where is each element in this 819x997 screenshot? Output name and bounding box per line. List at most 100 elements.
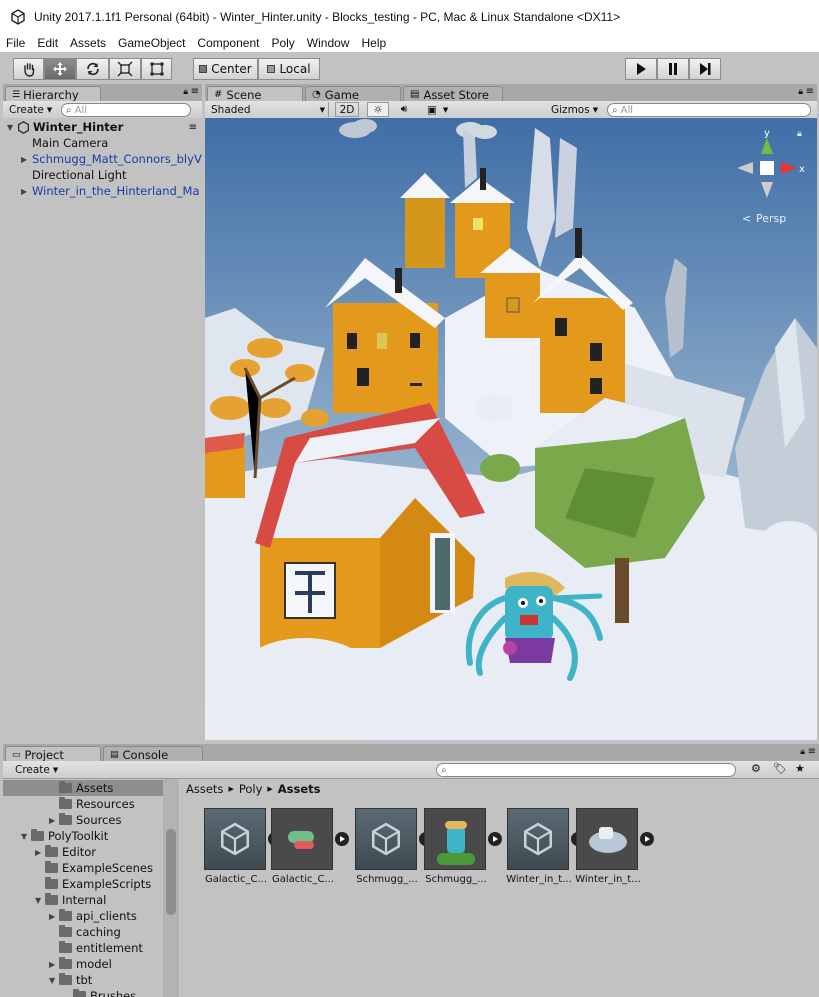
asset-tile[interactable]: Galactic_C... [204,808,282,885]
expanded-arrow-icon[interactable]: ▼ [35,896,45,905]
menu-file[interactable]: File [6,36,25,50]
tab-game[interactable]: ◔ Game [305,86,401,102]
tree-item-label: Editor [62,845,97,859]
hierarchy-item-winter-hinterland[interactable]: ▶ Winter_in_the_Hinterland_Ma [3,183,202,199]
tree-item[interactable]: ▶ Editor [3,844,163,860]
scene-name: Winter_Hinter [33,120,124,134]
tree-item[interactable]: ExampleScenes [3,860,163,876]
rotate-tool-button[interactable] [76,58,109,80]
effects-dropdown[interactable]: ▣ ▼ [423,102,455,117]
scale-tool-button[interactable] [109,58,141,80]
tree-item[interactable]: entitlement [3,940,163,956]
tree-item[interactable]: ExampleScripts [3,876,163,892]
breadcrumb-current[interactable]: Assets [278,782,321,796]
tab-scene[interactable]: # Scene [207,86,303,102]
tab-project[interactable]: ▭ Project [5,746,101,762]
asset-tile[interactable]: Winter_in_t... [506,808,585,885]
create-label: Create [9,103,44,116]
expanded-arrow-icon[interactable]: ▼ [21,832,31,841]
tree-item[interactable]: ▼ PolyToolkit [3,828,163,844]
pivot-space-toggle[interactable]: Local [258,58,320,80]
pause-button[interactable] [657,58,689,80]
shading-mode-dropdown[interactable]: Shaded ▼ [207,102,329,117]
gizmo-x-label: x [799,164,805,175]
filter-type-icon[interactable]: ⚙ [751,762,761,775]
panel-menu-icon[interactable]: ≡ [806,86,814,97]
step-button[interactable] [689,58,721,80]
play-button[interactable] [625,58,657,80]
lighting-toggle[interactable]: ☼ [367,102,389,117]
breadcrumb-item[interactable]: Poly [239,782,263,796]
audio-toggle[interactable]: 🔊︎ [393,102,415,117]
tree-item[interactable]: Assets [3,780,163,796]
tree-item[interactable]: ▶ Sources [3,812,163,828]
tree-item[interactable]: ▼ tbt [3,972,163,988]
hierarchy-create-dropdown[interactable]: Create ▼ [5,102,56,117]
expand-prefab-icon[interactable] [488,832,502,846]
tree-item[interactable]: ▶ model [3,956,163,972]
hierarchy-item-directional-light[interactable]: Directional Light [3,167,202,183]
filter-label-icon[interactable]: 🏷︎ [773,762,787,775]
lock-icon[interactable]: 🔒︎ [800,747,805,757]
2d-toggle[interactable]: 2D [335,102,359,117]
hierarchy-item-main-camera[interactable]: Main Camera [3,135,202,151]
menu-component[interactable]: Component [197,36,259,50]
hierarchy-search-input[interactable]: ⌕ All [61,103,191,117]
tree-item[interactable]: ▼ Internal [3,892,163,908]
tree-item[interactable]: caching [3,924,163,940]
menu-assets[interactable]: Assets [70,36,106,50]
menu-help[interactable]: Help [361,36,386,50]
move-tool-button[interactable] [44,58,76,80]
menu-poly[interactable]: Poly [271,36,294,50]
rect-tool-button[interactable] [141,58,172,80]
scene-toolbar: Shaded ▼ 2D ☼ 🔊︎ ▣ ▼ Gizmos ▼ ⌕ All [205,101,817,119]
tree-item[interactable]: Resources [3,796,163,812]
asset-tile[interactable]: Schmugg_... [424,808,502,885]
menu-window[interactable]: Window [307,36,350,50]
breadcrumb-item[interactable]: Assets [186,782,223,796]
scene-search-input[interactable]: ⌕ All [607,103,811,117]
gizmos-dropdown[interactable]: Gizmos ▼ [547,102,602,117]
collapsed-arrow-icon[interactable]: ▶ [49,816,59,825]
project-create-dropdown[interactable]: Create ▼ [11,762,62,777]
hierarchy-item-schmugg[interactable]: ▶ Schmugg_Matt_Connors_blyV [3,151,202,167]
collapsed-arrow-icon[interactable]: ▶ [49,960,59,969]
2d-label: 2D [339,103,355,116]
scene-viewport[interactable]: y x < Persp 🔒︎ [205,118,817,740]
lock-icon[interactable]: 🔒︎ [183,87,188,97]
expand-arrow-icon[interactable]: ▼ [7,123,17,132]
tab-hierarchy[interactable]: ☰ Hierarchy [5,86,101,102]
collapsed-arrow-icon[interactable]: ▶ [21,187,32,196]
lock-icon[interactable]: 🔒︎ [798,87,803,97]
folder-icon [45,845,58,857]
tree-scrollbar[interactable] [163,779,179,997]
menu-gameobject[interactable]: GameObject [118,36,185,50]
project-search-input[interactable]: ⌕ [436,763,736,777]
hand-tool-button[interactable] [13,58,44,80]
local-cube-icon [267,65,276,73]
collapsed-arrow-icon[interactable]: ▶ [49,912,59,921]
expanded-arrow-icon[interactable]: ▼ [49,976,59,985]
hierarchy-scene-row[interactable]: ▼ Winter_Hinter ≡ [3,119,202,135]
asset-tile[interactable]: Galactic_C... [271,808,349,885]
panel-menu-icon[interactable]: ≡ [191,86,199,97]
collapsed-arrow-icon[interactable]: ▶ [21,155,32,164]
expand-prefab-icon[interactable] [335,832,349,846]
tab-asset-store[interactable]: ▤ Asset Store [403,86,503,102]
tab-console[interactable]: ▤ Console [103,746,203,762]
tree-item[interactable]: ▶ api_clients [3,908,163,924]
asset-tile[interactable]: Schmugg_... [355,808,433,885]
projection-label: Persp [756,212,786,225]
panel-menu-icon[interactable]: ≡ [808,746,816,757]
folder-icon [59,925,72,937]
tree-scroll-thumb[interactable] [166,829,176,915]
pivot-center-toggle[interactable]: Center [193,58,258,80]
chevron-right-icon: ▶ [267,785,273,793]
collapsed-arrow-icon[interactable]: ▶ [35,848,45,857]
menu-edit[interactable]: Edit [37,36,58,50]
asset-tile[interactable]: Winter_in_t... [575,808,654,885]
favorite-star-icon[interactable]: ★ [795,762,805,775]
scene-menu-icon[interactable]: ≡ [189,122,197,133]
expand-prefab-icon[interactable] [640,832,654,846]
tree-item[interactable]: Brushes [3,988,163,997]
